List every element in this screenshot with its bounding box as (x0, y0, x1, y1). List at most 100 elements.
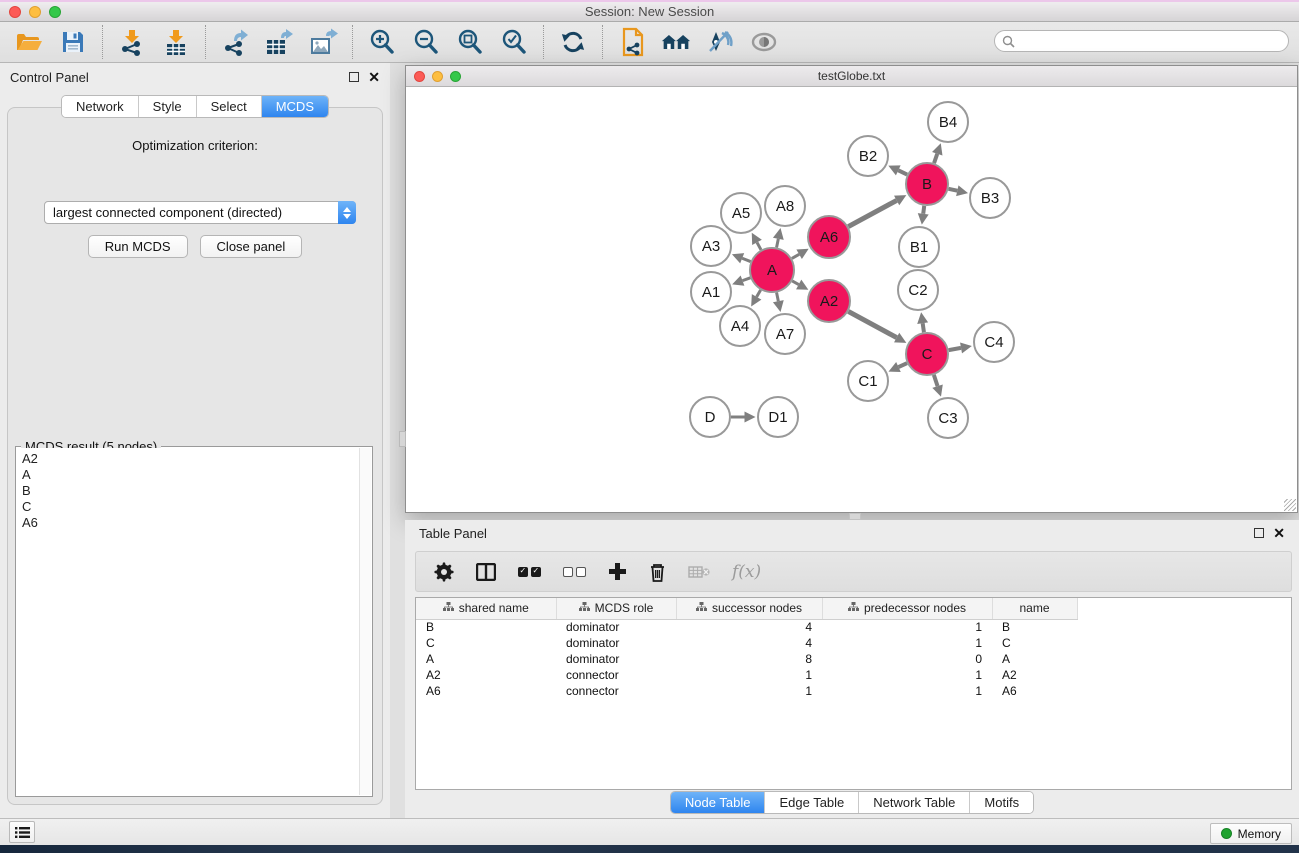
result-item[interactable]: A2 (22, 451, 354, 467)
export-image-icon[interactable] (308, 27, 338, 57)
table-cell[interactable]: 0 (822, 651, 992, 667)
tab-node-table[interactable]: Node Table (671, 792, 766, 813)
graph-edge-A-A2[interactable] (792, 281, 798, 285)
graph-edge-C-C1[interactable] (898, 363, 907, 367)
run-mcds-button[interactable]: Run MCDS (88, 235, 188, 258)
criterion-dropdown[interactable]: largest connected component (directed) (44, 201, 356, 224)
graph-edge-A2-C[interactable] (848, 311, 896, 337)
tab-style[interactable]: Style (139, 96, 197, 117)
network-document-icon[interactable] (617, 27, 647, 57)
table-cell[interactable]: 1 (822, 619, 992, 635)
task-history-button[interactable] (9, 821, 35, 843)
column-header-name[interactable]: name (992, 598, 1077, 619)
tab-motifs[interactable]: Motifs (970, 792, 1033, 813)
table-cell[interactable]: A (416, 651, 556, 667)
select-all-checkboxes-icon[interactable] (518, 567, 541, 577)
close-panel-icon[interactable]: ✕ (368, 72, 380, 82)
table-row[interactable]: A6connector11A6 (416, 683, 1077, 699)
graph-edge-A-A7[interactable] (777, 293, 779, 302)
tab-mcds[interactable]: MCDS (262, 96, 328, 117)
graph-edge-B-B2[interactable] (898, 170, 907, 174)
tab-edge-table[interactable]: Edge Table (765, 792, 859, 813)
result-item[interactable]: B (22, 483, 354, 499)
table-cell[interactable]: 4 (676, 635, 822, 651)
table-cell[interactable]: 1 (822, 667, 992, 683)
column-header-successor-nodes[interactable]: successor nodes (676, 598, 822, 619)
table-cell[interactable]: 1 (822, 683, 992, 699)
table-row[interactable]: A2connector11A2 (416, 667, 1077, 683)
table-cell[interactable]: connector (556, 667, 676, 683)
result-item[interactable]: A (22, 467, 354, 483)
graph-edge-A-A3[interactable] (742, 258, 750, 261)
tab-network[interactable]: Network (62, 96, 139, 117)
import-network-icon[interactable] (117, 27, 147, 57)
network-window-titlebar[interactable]: testGlobe.txt (406, 66, 1297, 87)
function-builder-icon[interactable]: f(x) (732, 562, 761, 582)
graph-edge-A-A6[interactable] (792, 254, 799, 258)
column-header-predecessor-nodes[interactable]: predecessor nodes (822, 598, 992, 619)
result-item[interactable]: C (22, 499, 354, 515)
tab-select[interactable]: Select (197, 96, 262, 117)
zoom-fit-icon[interactable] (455, 27, 485, 57)
graph-edge-C-C4[interactable] (949, 348, 961, 350)
graph-edge-C-C3[interactable] (934, 375, 938, 386)
table-cell[interactable]: B (416, 619, 556, 635)
import-table-icon[interactable] (161, 27, 191, 57)
result-scrollbar[interactable] (359, 448, 371, 795)
table-cell[interactable]: A6 (992, 683, 1077, 699)
table-cell[interactable]: B (992, 619, 1077, 635)
divider-grip-horizontal[interactable] (849, 513, 861, 520)
graph-edge-A-A8[interactable] (777, 239, 779, 248)
memory-button[interactable]: Memory (1210, 823, 1292, 844)
column-header-MCDS-role[interactable]: MCDS role (556, 598, 676, 619)
table-cell[interactable]: 1 (676, 683, 822, 699)
search-input[interactable] (1019, 34, 1288, 48)
column-header-shared-name[interactable]: shared name (416, 598, 556, 619)
table-cell[interactable]: 1 (676, 667, 822, 683)
node-table[interactable]: shared nameMCDS rolesuccessor nodesprede… (415, 597, 1292, 790)
table-row[interactable]: Cdominator41C (416, 635, 1077, 651)
window-resize-grip[interactable] (1284, 499, 1296, 511)
table-row[interactable]: Adominator80A (416, 651, 1077, 667)
table-cell[interactable]: 4 (676, 619, 822, 635)
graph-edge-A-A4[interactable] (757, 290, 761, 297)
table-cell[interactable]: C (992, 635, 1077, 651)
table-cell[interactable]: C (416, 635, 556, 651)
close-panel-button[interactable]: Close panel (200, 235, 303, 258)
zoom-selected-icon[interactable] (499, 27, 529, 57)
home-icon[interactable] (661, 27, 691, 57)
table-cell[interactable]: dominator (556, 619, 676, 635)
save-session-icon[interactable] (58, 27, 88, 57)
table-cell[interactable]: A2 (992, 667, 1077, 683)
table-cell[interactable]: dominator (556, 635, 676, 651)
add-column-icon[interactable] (608, 562, 627, 581)
table-cell[interactable]: A2 (416, 667, 556, 683)
float-table-panel-icon[interactable] (1254, 528, 1264, 538)
table-cell[interactable]: 1 (822, 635, 992, 651)
deselect-all-checkboxes-icon[interactable] (563, 567, 586, 577)
table-cell[interactable]: A6 (416, 683, 556, 699)
close-table-panel-icon[interactable]: ✕ (1273, 528, 1285, 538)
export-table-icon[interactable] (264, 27, 294, 57)
zoom-in-icon[interactable] (367, 27, 397, 57)
refresh-view-icon[interactable] (558, 27, 588, 57)
table-cell[interactable]: A (992, 651, 1077, 667)
divider-grip-vertical[interactable] (399, 431, 406, 447)
graph-edge-B-B3[interactable] (948, 189, 957, 191)
delete-table-icon[interactable] (688, 565, 710, 579)
style-toggle-icon[interactable] (705, 27, 735, 57)
result-item[interactable]: A6 (22, 515, 354, 531)
graph-edge-C-C2[interactable] (923, 323, 924, 332)
show-hide-eye-icon[interactable] (749, 27, 779, 57)
search-field[interactable] (994, 30, 1289, 52)
graph-edge-A6-B[interactable] (848, 200, 896, 226)
float-panel-icon[interactable] (349, 72, 359, 82)
table-row[interactable]: Bdominator41B (416, 619, 1077, 635)
columns-icon[interactable] (476, 563, 496, 581)
graph-edge-A-A5[interactable] (757, 242, 761, 249)
zoom-out-icon[interactable] (411, 27, 441, 57)
table-cell[interactable]: connector (556, 683, 676, 699)
graph-edge-B-B4[interactable] (934, 154, 937, 163)
gear-icon[interactable] (434, 562, 454, 582)
delete-column-icon[interactable] (649, 562, 666, 582)
